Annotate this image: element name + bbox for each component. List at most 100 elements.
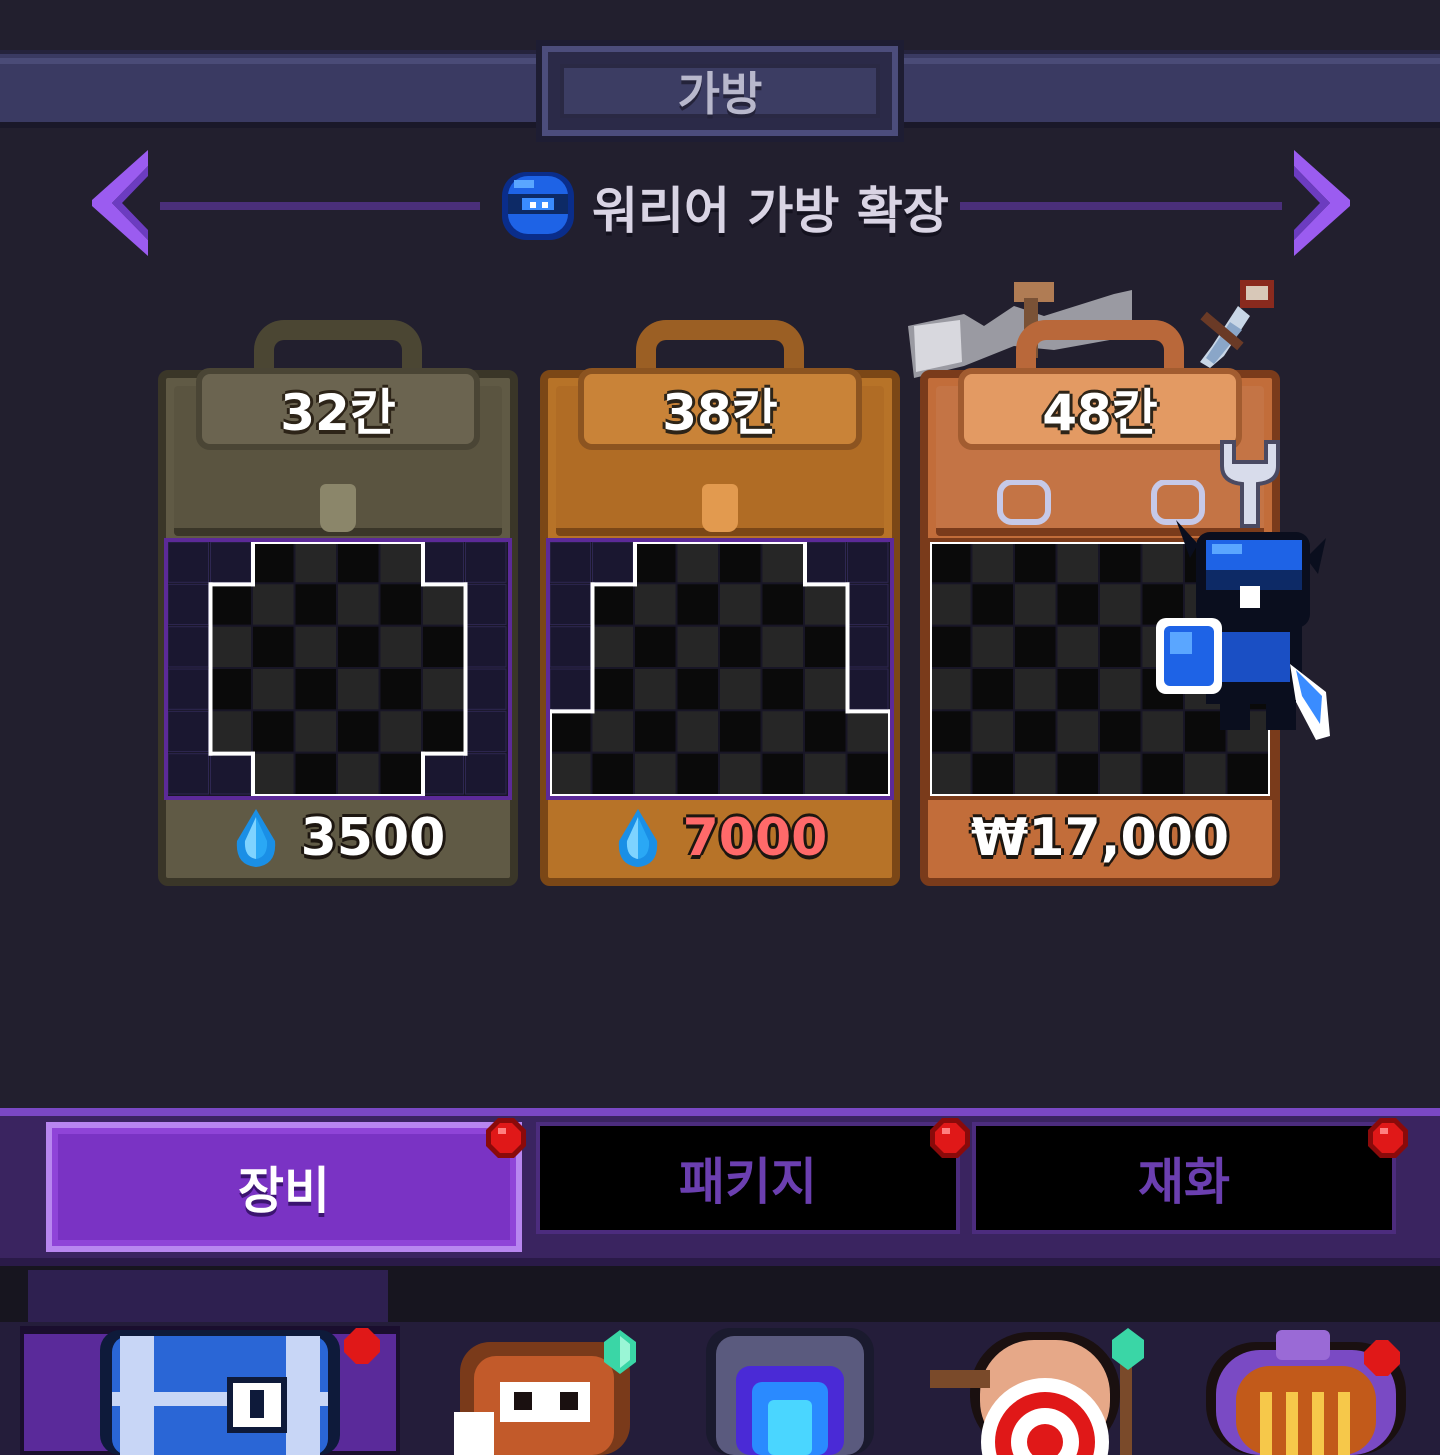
grid-cell-available: [338, 542, 379, 583]
grid-cell-available: [550, 753, 591, 794]
grid-cell-available: [423, 711, 464, 752]
grid-cell-locked: [847, 626, 889, 668]
fox-bag-icon[interactable]: [430, 1322, 650, 1455]
grid-cell-available: [380, 669, 421, 710]
grid-cell-available: [210, 669, 251, 710]
grid-cell-locked: [168, 583, 209, 626]
grid-cell-locked: [465, 753, 507, 795]
tab-currency[interactable]: 재화: [972, 1122, 1396, 1234]
grid-cell-available: [380, 584, 421, 625]
grid-cell-available: [805, 711, 846, 752]
grid-cell-available: [253, 669, 294, 710]
grid-cell-available: [720, 711, 761, 752]
grid-cell-available: [720, 669, 761, 710]
grid-cell-available: [1100, 753, 1141, 794]
water-drop-gem-icon: [236, 809, 275, 867]
grid-cell-locked: [847, 542, 889, 583]
tab-package[interactable]: 패키지: [536, 1122, 960, 1234]
grid-cell-available: [253, 711, 294, 752]
grid-cell-locked: [168, 626, 209, 668]
grid-cell-available: [1015, 753, 1056, 794]
grid-cell-available: [972, 626, 1013, 667]
bag-slot-count: 48칸: [958, 368, 1242, 450]
grid-cell-available: [930, 542, 971, 583]
grid-cell-locked: [550, 626, 591, 668]
grid-cell-available: [295, 542, 336, 583]
tab-equipment[interactable]: 장비: [46, 1122, 522, 1252]
title-plate: 가방: [536, 40, 904, 142]
price-value: ₩17,000: [970, 808, 1230, 868]
portal-door-icon[interactable]: [700, 1322, 880, 1455]
bag-option-32[interactable]: 32칸 3500: [158, 320, 518, 890]
grid-cell-locked: [804, 542, 846, 583]
grid-cell-locked: [210, 753, 252, 795]
grid-cell-available: [1100, 542, 1141, 583]
next-arrow-icon[interactable]: [1290, 150, 1350, 256]
grid-cell-available: [423, 626, 464, 667]
grid-cell-available: [1057, 542, 1098, 583]
grid-cell-available: [720, 753, 761, 794]
grid-cell-available: [1015, 542, 1056, 583]
grid-cell-available: [762, 669, 803, 710]
grid-cell-available: [930, 711, 971, 752]
price-button[interactable]: ₩17,000: [920, 800, 1280, 876]
grid-cell-available: [210, 626, 251, 667]
target-sack-icon[interactable]: [930, 1322, 1160, 1455]
grid-cell-available: [1057, 626, 1098, 667]
grid-cell-available: [805, 626, 846, 667]
grid-cell-available: [253, 584, 294, 625]
arched-gate-icon[interactable]: [1200, 1322, 1420, 1455]
price-button[interactable]: 7000: [540, 800, 900, 876]
grid-cell-available: [592, 711, 633, 752]
grid-cell-available: [805, 669, 846, 710]
previous-arrow-icon[interactable]: [92, 150, 152, 256]
grid-cell-available: [210, 711, 251, 752]
grid-cell-available: [972, 542, 1013, 583]
bag-option-38[interactable]: 38칸 7000: [540, 320, 900, 890]
divider-left: [160, 202, 480, 210]
grid-cell-available: [1185, 753, 1226, 794]
bag-slot-count: 32칸: [196, 368, 480, 450]
grid-cell-locked: [465, 583, 507, 626]
price-value: 3500: [300, 808, 446, 868]
grid-cell-available: [1057, 753, 1098, 794]
page-title: 가방: [677, 67, 763, 121]
warrior-knight-character-icon: [1156, 520, 1330, 740]
grid-cell-available: [677, 626, 718, 667]
bag-clasp: [702, 484, 738, 532]
blue-treasure-chest-icon[interactable]: [20, 1322, 400, 1455]
grid-cell-available: [635, 711, 676, 752]
warrior-helmet-icon: [502, 172, 574, 240]
grid-cell-available: [1100, 669, 1141, 710]
grid-cell-locked: [422, 542, 464, 583]
grid-cell-available: [677, 584, 718, 625]
grid-cell-available: [338, 753, 379, 794]
grid-cell-available: [930, 584, 971, 625]
grid-cell-available: [677, 542, 718, 583]
grid-cell-available: [762, 626, 803, 667]
grid-cell-available: [380, 626, 421, 667]
grid-cell-available: [677, 711, 718, 752]
strap-buckle-icon: [997, 480, 1051, 525]
grid-cell-available: [635, 669, 676, 710]
grid-cell-available: [1100, 626, 1141, 667]
grid-cell-available: [972, 753, 1013, 794]
grid-cell-available: [380, 753, 421, 794]
grid-cell-available: [1015, 669, 1056, 710]
grid-cell-available: [295, 711, 336, 752]
grid-cell-locked: [465, 542, 507, 583]
grid-cell-available: [805, 584, 846, 625]
grid-cell-available: [720, 542, 761, 583]
grid-cell-locked: [550, 542, 591, 583]
grid-cell-locked: [550, 583, 591, 626]
grid-cell-available: [210, 584, 251, 625]
grid-cell-available: [295, 753, 336, 794]
notification-dot-icon: [486, 1118, 526, 1158]
grid-cell-available: [338, 584, 379, 625]
price-button[interactable]: 3500: [158, 800, 518, 876]
grid-cell-available: [592, 626, 633, 667]
bag-clasp: [320, 484, 356, 532]
grid-cell-locked: [847, 583, 889, 626]
grid-cell-locked: [422, 753, 464, 795]
grid-cell-locked: [210, 542, 252, 583]
